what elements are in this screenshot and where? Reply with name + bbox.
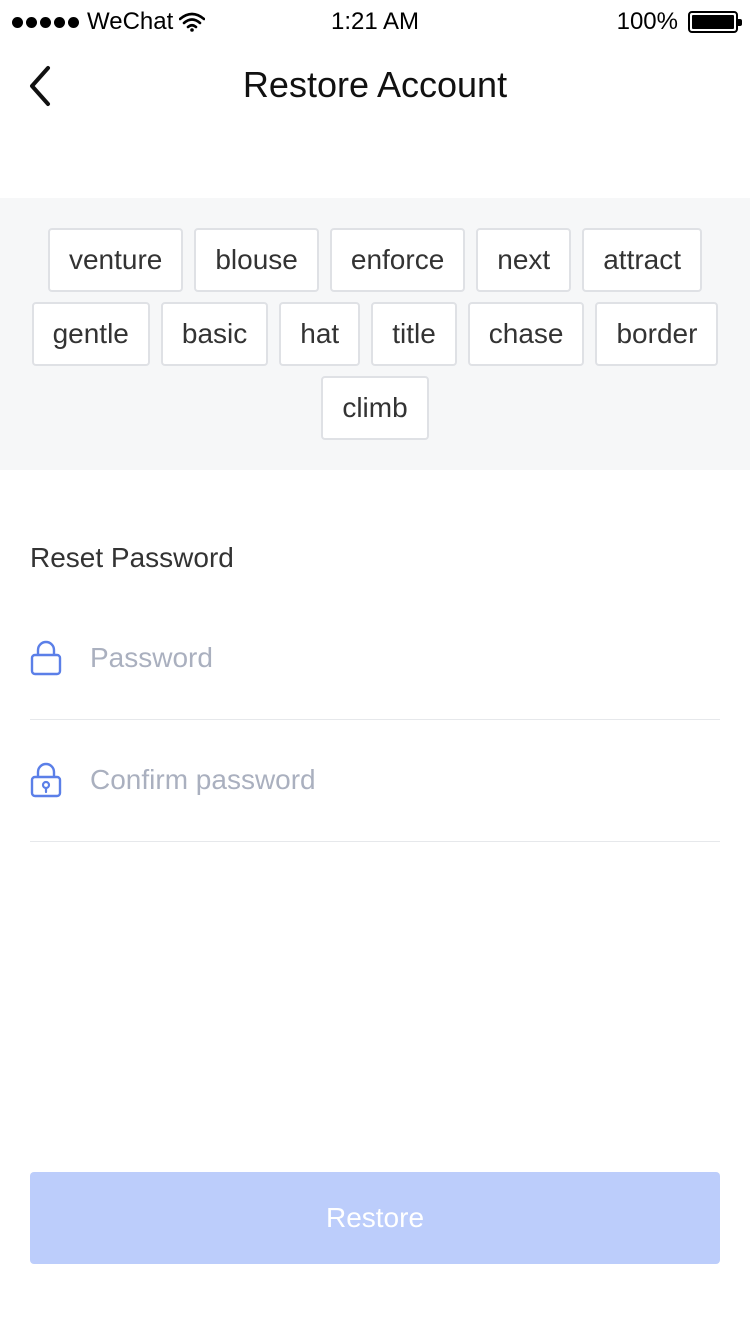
battery-percent: 100% [616, 8, 678, 35]
mnemonic-words-panel: venture blouse enforce next attract gent… [0, 198, 750, 470]
page-title: Restore Account [242, 64, 508, 105]
word-chip[interactable]: gentle [31, 302, 150, 366]
word-row: gentle basic hat title chase border [0, 302, 750, 366]
battery-icon [688, 11, 742, 33]
word-chip[interactable]: venture [47, 228, 184, 292]
restore-button[interactable]: Restore [30, 1172, 720, 1264]
word-row: climb [0, 376, 750, 440]
nav-bar: Restore Account [0, 44, 750, 132]
word-chip[interactable]: climb [321, 376, 429, 440]
password-input[interactable] [90, 636, 710, 680]
lock-icon [30, 640, 62, 676]
status-bar: WeChat 1:21 AM 100% [0, 0, 750, 44]
lock-keyhole-icon [30, 762, 62, 798]
word-row: venture blouse enforce next attract [0, 228, 750, 292]
word-chip[interactable]: chase [467, 302, 585, 366]
password-field [30, 598, 720, 720]
confirm-password-field [30, 720, 720, 842]
restore-account-screen: WeChat 1:21 AM 100% Restore Account vent… [0, 0, 750, 1334]
status-right: 100% [616, 8, 742, 36]
word-chip[interactable]: enforce [329, 228, 466, 292]
confirm-password-input[interactable] [90, 758, 710, 802]
reset-password-heading: Reset Password [30, 542, 234, 573]
word-chip[interactable]: next [476, 228, 572, 292]
word-chip[interactable]: basic [160, 302, 269, 366]
word-chip[interactable]: blouse [194, 228, 319, 292]
word-chip[interactable]: border [595, 302, 719, 366]
word-chip[interactable]: attract [582, 228, 703, 292]
word-chip[interactable]: hat [279, 302, 361, 366]
word-chip[interactable]: title [371, 302, 457, 366]
